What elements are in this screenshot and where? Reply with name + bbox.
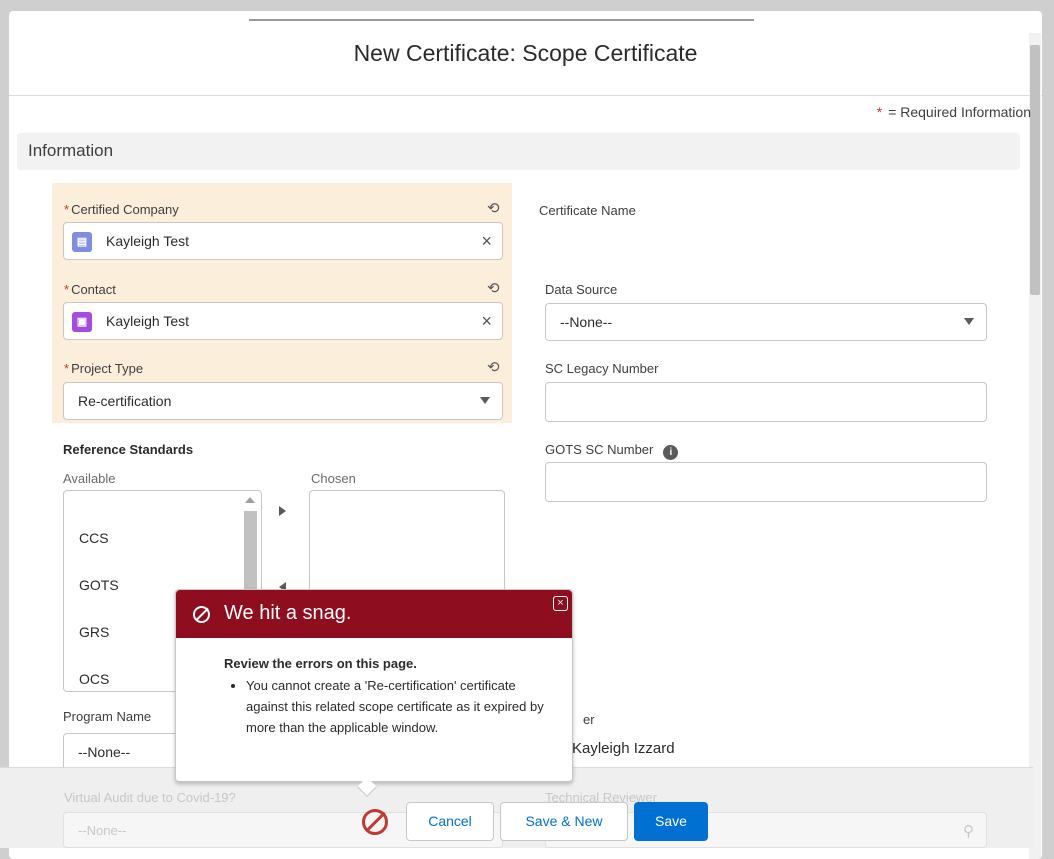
- data-source-select[interactable]: --None--: [545, 303, 987, 341]
- modal-scrollbar-thumb[interactable]: [1030, 45, 1040, 295]
- list-item[interactable]: GOTS: [79, 577, 119, 593]
- undo-icon[interactable]: ⟲: [487, 358, 500, 376]
- error-list: You cannot create a 'Re-certification' c…: [246, 675, 554, 738]
- data-source-label: Data Source: [545, 282, 618, 297]
- certified-company-label: * Certified Company: [64, 202, 179, 217]
- move-right-icon[interactable]: [279, 506, 286, 516]
- contact-label: * Contact: [64, 282, 116, 297]
- account-icon: ▤: [72, 232, 92, 252]
- section-title: Information: [28, 141, 114, 160]
- certified-company-value: Kayleigh Test: [106, 233, 190, 249]
- contact-value: Kayleigh Test: [106, 313, 190, 329]
- reference-standards-title: Reference Standards: [63, 442, 194, 457]
- required-star: *: [876, 104, 883, 120]
- error-message: You cannot create a 'Re-certification' c…: [246, 675, 554, 738]
- save-and-new-button[interactable]: Save & New: [500, 802, 628, 841]
- error-title: We hit a snag.: [224, 602, 352, 624]
- owner-value[interactable]: Kayleigh Izzard: [572, 740, 675, 757]
- list-item[interactable]: CCS: [79, 530, 109, 546]
- error-popover: We hit a snag. × Review the errors on th…: [175, 589, 573, 797]
- save-button[interactable]: Save: [634, 802, 708, 841]
- close-icon[interactable]: ×: [553, 596, 568, 611]
- required-info-note: * = Required Information: [877, 104, 1031, 120]
- scroll-up-icon[interactable]: [245, 497, 255, 503]
- owner-label: er: [583, 712, 595, 727]
- error-heading: Review the errors on this page.: [224, 656, 417, 671]
- undo-icon[interactable]: ⟲: [487, 279, 500, 297]
- gots-sc-number-label: GOTS SC Number i: [545, 442, 679, 460]
- required-info-text: = Required Information: [888, 104, 1031, 120]
- data-source-value: --None--: [560, 314, 613, 330]
- error-indicator-icon[interactable]: [362, 809, 388, 835]
- project-type-value: Re-certification: [78, 393, 172, 409]
- gots-sc-number-input[interactable]: [545, 462, 987, 502]
- project-type-label: * Project Type: [64, 361, 144, 376]
- search-icon: ⚲: [963, 823, 974, 840]
- contact-lookup[interactable]: ▣ Kayleigh Test ×: [63, 302, 503, 340]
- certified-company-lookup[interactable]: ▤ Kayleigh Test ×: [63, 222, 503, 260]
- undo-icon[interactable]: ⟲: [487, 199, 500, 217]
- contact-icon: ▣: [72, 312, 92, 332]
- error-popover-body: Review the errors on this page. You cann…: [224, 656, 554, 738]
- list-item[interactable]: GRS: [79, 624, 109, 640]
- modal-header: New Certificate: Scope Certificate: [9, 11, 1042, 96]
- listbox-scrollbar-thumb[interactable]: [244, 511, 257, 591]
- available-label: Available: [63, 471, 116, 486]
- chevron-down-icon: [480, 397, 490, 404]
- project-type-select[interactable]: Re-certification: [63, 382, 503, 420]
- modal-title: New Certificate: Scope Certificate: [353, 40, 698, 66]
- program-name-value: --None--: [78, 744, 131, 760]
- info-icon[interactable]: i: [663, 445, 679, 460]
- clear-icon[interactable]: ×: [481, 311, 492, 332]
- chevron-down-icon: [964, 318, 974, 325]
- section-information[interactable]: Information: [17, 133, 1020, 170]
- virtual-audit-label: Virtual Audit due to Covid-19?: [64, 790, 236, 805]
- clear-icon[interactable]: ×: [481, 231, 492, 252]
- list-item[interactable]: OCS: [79, 671, 109, 687]
- sc-legacy-number-input[interactable]: [545, 382, 987, 422]
- sc-legacy-number-label: SC Legacy Number: [545, 361, 659, 376]
- chosen-label: Chosen: [311, 471, 356, 486]
- error-popover-header: We hit a snag. ×: [176, 590, 572, 638]
- ban-icon: [193, 606, 210, 623]
- cancel-button[interactable]: Cancel: [406, 802, 494, 841]
- program-name-label: Program Name: [63, 709, 152, 724]
- virtual-audit-value: --None--: [78, 823, 127, 838]
- certificate-name-label: Certificate Name: [539, 203, 636, 218]
